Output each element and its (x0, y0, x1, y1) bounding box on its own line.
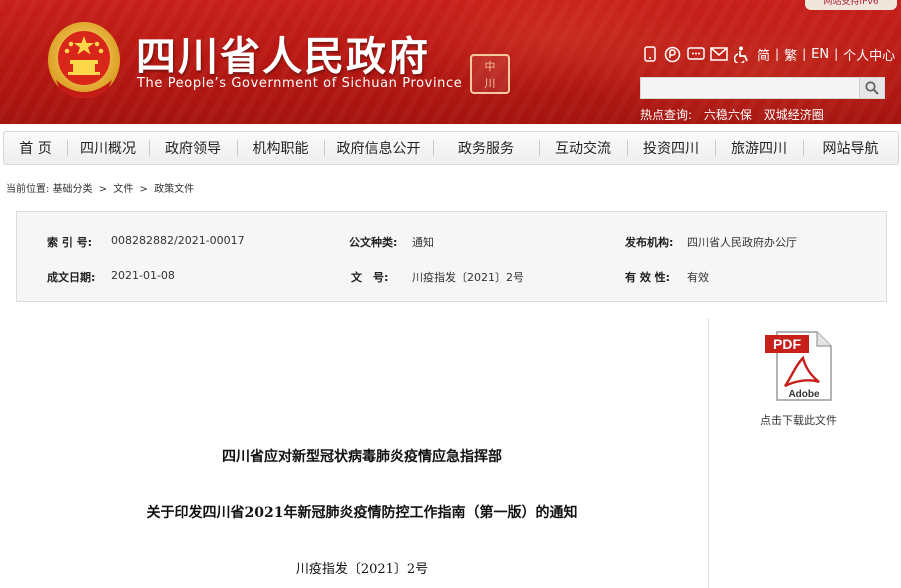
hot-search-label: 热点查询: (640, 108, 693, 122)
publisher-value: 四川省人民政府办公厅 (687, 236, 797, 249)
document-title: 关于印发四川省2021年新冠肺炎疫情防控工作指南（第一版）的通知 (146, 505, 578, 521)
document-number: 川疫指发〔2021〕2号 (295, 562, 429, 577)
lang-traditional-link[interactable]: 繁 (782, 45, 799, 64)
search-input[interactable] (641, 78, 859, 98)
personal-center-link[interactable]: 个人中心 (841, 45, 897, 64)
tool-separator: | (834, 47, 839, 61)
adobe-label: Adobe (788, 389, 820, 400)
hot-search: 热点查询: 六稳六保 双城经济圈 (640, 106, 832, 123)
weibo-icon[interactable] (663, 45, 682, 63)
search-icon (865, 81, 879, 95)
national-emblem-icon[interactable] (46, 20, 122, 100)
breadcrumb-separator: > (139, 184, 148, 195)
breadcrumb-separator: > (98, 184, 108, 195)
publisher-label: 发布机构: (625, 236, 674, 249)
date-value: 2021-01-08 (111, 269, 175, 282)
document-info-panel: 索 引 号: 008282882/2021-00017 公文种类: 通知 发布机… (16, 211, 887, 302)
nav-item-interaction[interactable]: 互动交流 (539, 131, 627, 165)
nav-item-info-disclosure[interactable]: 政府信息公开 (324, 131, 433, 165)
site-title[interactable]: 四川省人民政府 (136, 24, 430, 82)
nav-item-functions[interactable]: 机构职能 (237, 131, 324, 165)
nav-item-invest[interactable]: 投资四川 (627, 131, 715, 165)
hot-search-item[interactable]: 双城经济圈 (764, 108, 824, 122)
nav-item-site-map[interactable]: 网站导航 (803, 131, 898, 165)
hot-search-item[interactable]: 六稳六保 (704, 108, 752, 122)
main-nav: 首 页 四川概况 政府领导 机构职能 政府信息公开 政务服务 互动交流 投资四川… (3, 131, 899, 165)
tool-separator: | (802, 47, 807, 61)
index-value: 008282882/2021-00017 (111, 234, 245, 247)
breadcrumb-prefix: 当前位置: (6, 184, 50, 195)
tool-separator: | (775, 47, 780, 61)
nav-item-tourism[interactable]: 旅游四川 (715, 131, 803, 165)
pdf-label: PDF (773, 336, 801, 352)
lang-simplified-link[interactable]: 简 (755, 45, 772, 64)
site-subtitle: The People’s Government of Sichuan Provi… (137, 76, 463, 91)
header-tools: 简 | 繁 | EN | 个人中心 (640, 44, 897, 64)
category-label: 公文种类: (349, 236, 398, 249)
mail-icon[interactable] (709, 45, 728, 63)
breadcrumb-item[interactable]: 基础分类 (53, 184, 93, 195)
date-label: 成文日期: (47, 271, 96, 284)
docno-label: 文 号: (351, 271, 389, 284)
pdf-download-icon[interactable]: PDF Adobe (765, 330, 835, 402)
validity-value: 有效 (687, 271, 709, 284)
breadcrumb-item[interactable]: 文件 (113, 184, 133, 195)
index-label: 索 引 号: (47, 236, 93, 249)
nav-item-overview[interactable]: 四川概况 (67, 131, 149, 165)
accessibility-icon[interactable] (732, 45, 751, 63)
nav-item-leaders[interactable]: 政府领导 (149, 131, 237, 165)
breadcrumb-item[interactable]: 政策文件 (154, 184, 194, 195)
content-divider (708, 318, 709, 588)
nav-item-home[interactable]: 首 页 (4, 131, 67, 165)
validity-label: 有 效 性: (625, 271, 671, 284)
category-value: 通知 (412, 236, 434, 249)
document-issuer: 四川省应对新型冠状病毒肺炎疫情应急指挥部 (222, 449, 502, 465)
docno-value: 川疫指发〔2021〕2号 (412, 271, 524, 284)
download-caption[interactable]: 点击下载此文件 (760, 412, 837, 428)
search-box (640, 77, 885, 99)
breadcrumb: 当前位置: 基础分类 > 文件 > 政策文件 (6, 180, 194, 195)
wechat-icon[interactable] (686, 45, 705, 63)
mobile-icon[interactable] (640, 45, 659, 63)
ipv6-badge: 网站支持IPv6 (805, 0, 897, 10)
site-header: 四川省人民政府 The People’s Government of Sichu… (0, 0, 901, 124)
search-button[interactable] (859, 78, 884, 98)
seal-logo: 中川 (470, 54, 510, 94)
lang-english-link[interactable]: EN (809, 47, 831, 62)
nav-item-services[interactable]: 政务服务 (433, 131, 539, 165)
